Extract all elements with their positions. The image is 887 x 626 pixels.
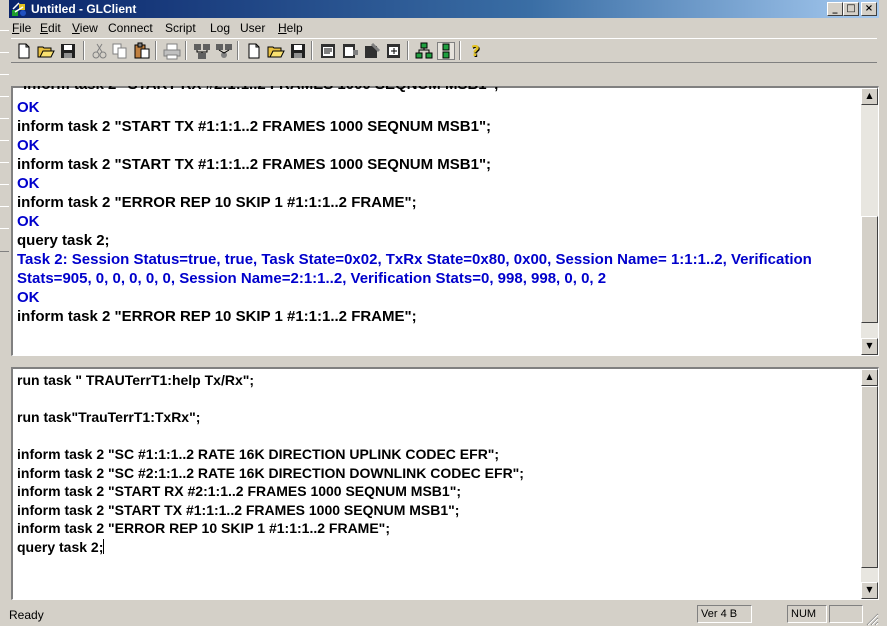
close-button[interactable]: × xyxy=(861,2,877,16)
script-line: inform task 2 "START TX #1:1:1..2 FRAMES… xyxy=(17,501,460,518)
output-line: OK xyxy=(17,137,40,154)
output-line: Task 2: Session Status=true, true, Task … xyxy=(17,251,817,287)
script-line: inform task 2 "SC #2:1:1..2 RATE 16K DIR… xyxy=(17,464,524,481)
resize-grip-icon[interactable] xyxy=(865,612,879,626)
scroll-down-button[interactable]: ▼ xyxy=(861,338,878,355)
toolbar-separator xyxy=(311,41,313,60)
background-tab xyxy=(0,118,9,142)
cut-icon[interactable] xyxy=(91,42,109,60)
hierarchy-icon[interactable] xyxy=(415,42,433,60)
scroll-up-button[interactable]: ▲ xyxy=(861,369,878,386)
menu-connect[interactable]: Connect xyxy=(108,21,153,35)
toolbar-separator xyxy=(459,41,461,60)
background-tab xyxy=(0,30,9,54)
glclient-app-icon[interactable] xyxy=(11,1,27,17)
toolbar-separator xyxy=(155,41,157,60)
menu-view[interactable]: View xyxy=(72,21,98,35)
log-view-icon[interactable] xyxy=(341,42,359,60)
output-line: inform task 2 "START TX #1:1:1..2 FRAMES… xyxy=(17,118,492,135)
status-panel-empty xyxy=(829,605,863,623)
background-tab xyxy=(0,162,9,186)
background-tab xyxy=(0,74,9,98)
output-line: OK xyxy=(17,289,40,306)
output-line: OK xyxy=(17,99,40,116)
output-line: inform task 2 "ERROR REP 10 SKIP 1 #1:1:… xyxy=(17,308,417,325)
network-users-icon[interactable] xyxy=(215,42,233,60)
background-window-edge xyxy=(0,0,9,626)
background-tab xyxy=(0,52,9,76)
menu-file[interactable]: File xyxy=(12,21,31,35)
open-folder-icon[interactable] xyxy=(37,42,55,60)
svg-text:?: ? xyxy=(471,42,480,60)
output-line: OK xyxy=(17,175,40,192)
script-line: inform task 2 "ERROR REP 10 SKIP 1 #1:1:… xyxy=(17,520,390,536)
script-text[interactable]: run task " TRAUTerrT1:help Tx/Rx"; run ta… xyxy=(17,371,858,556)
toolbar-separator xyxy=(185,41,187,60)
clipped-output-line: inform task 2 "START RX #2:1:1..2 FRAMES… xyxy=(23,86,623,94)
save-script-icon[interactable] xyxy=(289,42,307,60)
script-line: run task"TrauTerrT1:TxRx"; xyxy=(17,409,201,425)
status-text: Ready xyxy=(9,608,44,622)
output-scrollbar[interactable]: ▲ ▼ xyxy=(861,88,878,355)
copy-icon[interactable] xyxy=(111,42,129,60)
background-tab xyxy=(0,96,9,120)
menu-bar: File Edit View Connect Script Log User H… xyxy=(9,19,879,37)
maximize-button[interactable]: □ xyxy=(843,2,859,16)
output-line: inform task 2 "ERROR REP 10 SKIP 1 #1:1:… xyxy=(17,194,417,211)
title-bar[interactable]: Untitled - GLClient _ □ × xyxy=(9,0,879,18)
network-icon[interactable] xyxy=(193,42,211,60)
print-icon[interactable] xyxy=(163,42,181,60)
output-line: query task 2; xyxy=(17,232,110,249)
script-line xyxy=(17,427,858,446)
toolbar-separator xyxy=(407,41,409,60)
scroll-down-button[interactable]: ▼ xyxy=(861,582,878,599)
scroll-thumb[interactable] xyxy=(861,216,878,323)
output-text: OK inform task 2 "START TX #1:1:1..2 FRAM… xyxy=(17,98,858,326)
menu-log[interactable]: Log xyxy=(210,21,230,35)
background-tab xyxy=(0,228,9,252)
version-panel: Ver 4 B xyxy=(697,605,752,623)
tile-panes-icon[interactable] xyxy=(437,42,455,60)
background-tab xyxy=(0,184,9,208)
background-tab xyxy=(0,206,9,230)
script-line xyxy=(17,390,858,409)
script-line: run task " TRAUTerrT1:help Tx/Rx"; xyxy=(17,372,255,388)
glclient-window: Untitled - GLClient _ □ × File Edit View… xyxy=(9,0,887,626)
text-caret xyxy=(103,538,105,554)
new-file-icon[interactable] xyxy=(15,42,33,60)
output-line: OK xyxy=(17,213,40,230)
output-pane[interactable]: OK inform task 2 "START TX #1:1:1..2 FRAM… xyxy=(11,86,879,356)
toolbar-separator xyxy=(237,41,239,60)
pane-splitter[interactable] xyxy=(9,357,879,366)
script-line: inform task 2 "START RX #2:1:1..2 FRAMES… xyxy=(17,483,462,499)
menu-help[interactable]: Help xyxy=(278,21,303,35)
log-clear-icon[interactable] xyxy=(363,42,381,60)
log-window-icon[interactable] xyxy=(319,42,337,60)
scroll-up-button[interactable]: ▲ xyxy=(861,88,878,105)
script-line: inform task 2 "SC #1:1:1..2 RATE 16K DIR… xyxy=(17,446,500,462)
output-line: inform task 2 "START TX #1:1:1..2 FRAMES… xyxy=(17,156,492,173)
window-title: Untitled - GLClient xyxy=(31,2,137,16)
minimize-button[interactable]: _ xyxy=(827,2,843,16)
script-scrollbar[interactable]: ▲ ▼ xyxy=(861,369,878,599)
menu-script[interactable]: Script xyxy=(165,21,196,35)
status-bar: Ready Ver 4 B NUM xyxy=(9,603,879,626)
script-line: query task 2; xyxy=(17,538,105,555)
save-icon[interactable] xyxy=(59,42,77,60)
new-script-icon[interactable] xyxy=(245,42,263,60)
toolbar: ?? xyxy=(11,38,877,63)
help-icon[interactable]: ?? xyxy=(467,42,485,60)
log-settings-icon[interactable] xyxy=(385,42,403,60)
menu-user[interactable]: User xyxy=(240,21,265,35)
menu-edit[interactable]: Edit xyxy=(40,21,61,35)
script-editor-pane[interactable]: run task " TRAUTerrT1:help Tx/Rx"; run ta… xyxy=(11,367,879,600)
scroll-thumb[interactable] xyxy=(861,386,878,568)
background-tab xyxy=(0,140,9,164)
paste-icon[interactable] xyxy=(133,42,151,60)
toolbar-separator xyxy=(83,41,85,60)
open-script-icon[interactable] xyxy=(267,42,285,60)
num-lock-indicator: NUM xyxy=(787,605,827,623)
